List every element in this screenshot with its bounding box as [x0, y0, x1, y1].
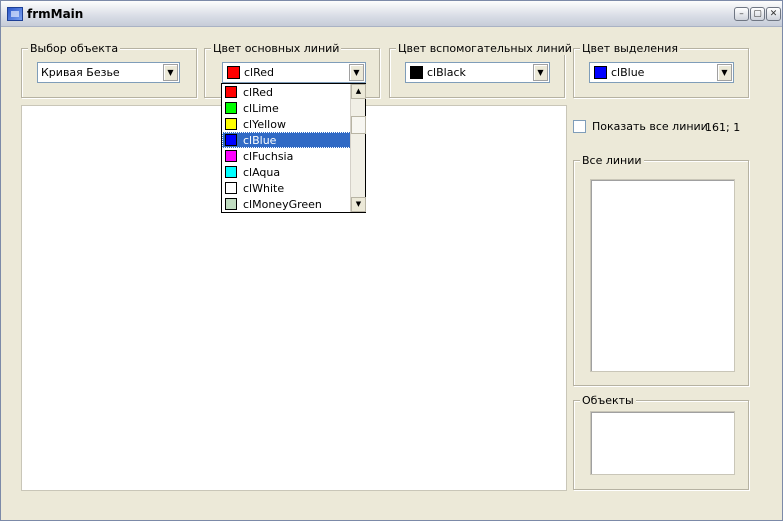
color-option-label: clYellow [243, 118, 286, 131]
aux-line-color-value: clBlack [427, 66, 466, 79]
color-swatch [594, 66, 607, 79]
all-lines-label: Все линии [580, 154, 644, 167]
scroll-thumb[interactable] [351, 116, 366, 134]
app-icon [7, 7, 23, 21]
color-swatch [225, 198, 237, 210]
title-bar[interactable]: frmMain – ▢ ✕ [1, 1, 782, 27]
scroll-up-icon[interactable]: ▲ [351, 84, 366, 99]
cursor-coordinates: 161; 1 [705, 121, 741, 134]
selection-color-value: clBlue [611, 66, 645, 79]
maximize-button[interactable]: ▢ [750, 7, 765, 21]
dropdown-scrollbar[interactable]: ▲ ▼ [350, 84, 366, 212]
color-option[interactable]: clWhite [222, 180, 351, 196]
color-swatch [225, 182, 237, 194]
color-swatch [225, 118, 237, 130]
color-swatch [225, 166, 237, 178]
color-option[interactable]: clLime [222, 100, 351, 116]
color-option-label: clAqua [243, 166, 281, 179]
chevron-down-icon[interactable]: ▼ [717, 64, 732, 81]
color-swatch [225, 86, 237, 98]
color-swatch [227, 66, 240, 79]
color-option[interactable]: clMoneyGreen [222, 196, 351, 212]
color-option[interactable]: clRed [222, 84, 351, 100]
main-line-color-combo[interactable]: clRed ▼ [222, 62, 366, 83]
color-option-label: clFuchsia [243, 150, 294, 163]
chevron-down-icon[interactable]: ▼ [533, 64, 548, 81]
chevron-down-icon[interactable]: ▼ [349, 64, 364, 81]
color-dropdown-list[interactable]: clRed clLime clYellow clBlue clFuchsia clAqua… [221, 83, 366, 213]
object-select-combo[interactable]: Кривая Безье ▼ [37, 62, 180, 83]
color-option-label: clRed [243, 86, 274, 99]
object-select-label: Выбор объекта [28, 42, 121, 55]
close-button[interactable]: ✕ [766, 7, 781, 21]
color-option[interactable]: clBlue [222, 132, 351, 148]
minimize-button[interactable]: – [734, 7, 749, 21]
objects-label: Объекты [580, 394, 636, 407]
selection-color-label: Цвет выделения [580, 42, 680, 55]
main-window: frmMain – ▢ ✕ Выбор объекта Кривая Безье… [0, 0, 783, 521]
color-option-label: clWhite [243, 182, 285, 195]
object-select-value: Кривая Безье [41, 66, 120, 79]
aux-line-color-combo[interactable]: clBlack ▼ [405, 62, 550, 83]
aux-line-color-group: Цвет вспомогательных линий clBlack ▼ [389, 42, 574, 98]
objects-group: Объекты [573, 394, 749, 490]
color-option-label: clLime [243, 102, 279, 115]
all-lines-group: Все линии [573, 154, 749, 386]
color-option-label: clMoneyGreen [243, 198, 322, 211]
color-swatch [225, 134, 237, 146]
color-option[interactable]: clYellow [222, 116, 351, 132]
main-line-color-value: clRed [244, 66, 275, 79]
color-swatch [225, 102, 237, 114]
window-title: frmMain [27, 7, 84, 21]
color-option[interactable]: clAqua [222, 164, 351, 180]
show-all-lines-checkbox[interactable] [573, 120, 586, 133]
color-swatch [225, 150, 237, 162]
aux-line-color-label: Цвет вспомогательных линий [396, 42, 574, 55]
all-lines-listbox[interactable] [590, 179, 735, 372]
objects-listbox[interactable] [590, 411, 735, 475]
selection-color-combo[interactable]: clBlue ▼ [589, 62, 734, 83]
color-options: clRed clLime clYellow clBlue clFuchsia clAqua… [222, 84, 351, 212]
scroll-down-icon[interactable]: ▼ [351, 197, 366, 212]
color-option[interactable]: clFuchsia [222, 148, 351, 164]
show-all-lines-label[interactable]: Показать все линии [592, 120, 708, 133]
selection-color-group: Цвет выделения clBlue ▼ [573, 42, 749, 98]
color-swatch [410, 66, 423, 79]
chevron-down-icon[interactable]: ▼ [163, 64, 178, 81]
color-option-label: clBlue [243, 134, 277, 147]
object-select-group: Выбор объекта Кривая Безье ▼ [21, 42, 197, 98]
main-line-color-label: Цвет основных линий [211, 42, 342, 55]
